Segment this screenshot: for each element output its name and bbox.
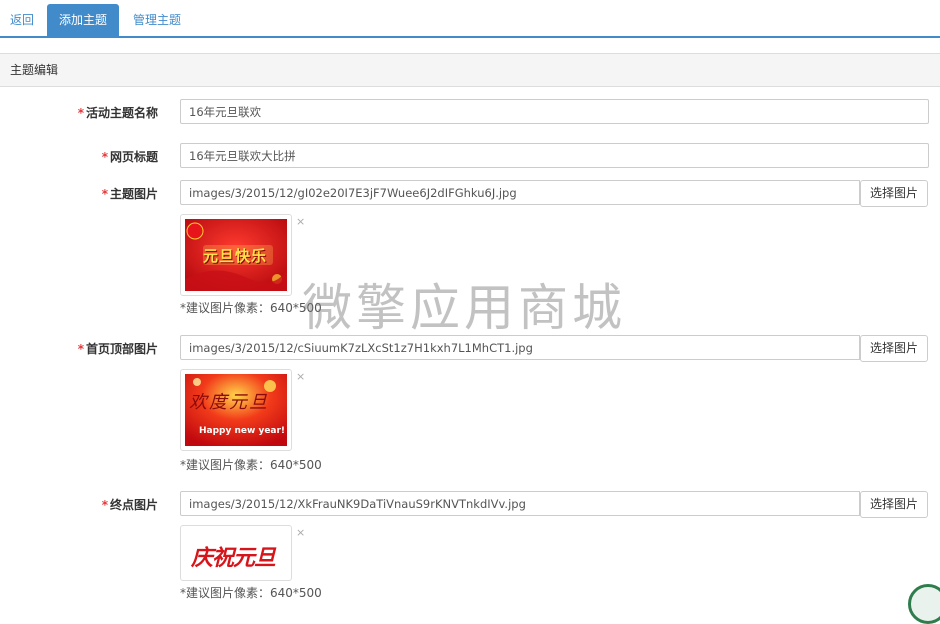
end-image-thumbnail: 庆祝元旦 bbox=[180, 525, 292, 581]
end-image-path-input[interactable] bbox=[180, 491, 860, 516]
home-top-image-label-text: 首页顶部图片 bbox=[85, 342, 158, 356]
end-image-select-button[interactable]: 选择图片 bbox=[860, 491, 928, 518]
required-mark: * bbox=[77, 106, 84, 120]
home-top-image-subcaption: Happy new year! bbox=[199, 426, 286, 436]
home-top-image-preview: 欢度元旦 Happy new year! bbox=[185, 374, 287, 446]
home-top-image-thumbnail: 欢度元旦 Happy new year! bbox=[180, 369, 292, 451]
tab-manage-theme[interactable]: 管理主题 bbox=[123, 4, 191, 37]
name-label: * 活动主题名称 bbox=[0, 104, 158, 121]
theme-image-size-hint: *建议图片像素：640*500 bbox=[180, 301, 322, 315]
corner-badge-icon[interactable] bbox=[908, 584, 940, 624]
home-top-image-label: * 首页顶部图片 bbox=[0, 340, 158, 357]
theme-image-preview: 元旦快乐 bbox=[185, 219, 287, 291]
end-image-caption: 庆祝元旦 bbox=[191, 545, 276, 571]
end-image-label: * 终点图片 bbox=[0, 496, 158, 513]
tab-add-theme[interactable]: 添加主题 bbox=[47, 4, 119, 37]
home-top-image-remove-icon[interactable]: × bbox=[296, 371, 305, 383]
tab-back[interactable]: 返回 bbox=[0, 4, 44, 37]
page-title-label-text: 网页标题 bbox=[109, 150, 158, 164]
home-top-image-select-button[interactable]: 选择图片 bbox=[860, 335, 928, 362]
home-top-image-path-input[interactable] bbox=[180, 335, 860, 360]
required-mark: * bbox=[101, 187, 108, 201]
end-image-size-hint: *建议图片像素：640*500 bbox=[180, 586, 322, 600]
end-image-label-text: 终点图片 bbox=[109, 498, 158, 512]
end-image-remove-icon[interactable]: × bbox=[296, 527, 305, 539]
required-mark: * bbox=[101, 498, 108, 512]
page-title-input[interactable] bbox=[180, 143, 929, 168]
home-top-image-caption: 欢度元旦 bbox=[189, 392, 269, 413]
name-label-text: 活动主题名称 bbox=[85, 106, 158, 120]
watermark: 微擎应用商城 bbox=[302, 279, 626, 337]
theme-name-input[interactable] bbox=[180, 99, 929, 124]
theme-image-remove-icon[interactable]: × bbox=[296, 216, 305, 228]
required-mark: * bbox=[77, 342, 84, 356]
page-title-label: * 网页标题 bbox=[0, 148, 158, 165]
theme-image-caption: 元旦快乐 bbox=[203, 247, 268, 265]
theme-image-thumbnail: 元旦快乐 bbox=[180, 214, 292, 296]
tab-bar: 返回 添加主题 管理主题 bbox=[0, 0, 940, 38]
end-image-preview: 庆祝元旦 bbox=[185, 530, 287, 576]
theme-image-select-button[interactable]: 选择图片 bbox=[860, 180, 928, 207]
theme-image-label-text: 主题图片 bbox=[109, 187, 158, 201]
home-top-image-size-hint: *建议图片像素：640*500 bbox=[180, 458, 322, 472]
theme-image-label: * 主题图片 bbox=[0, 185, 158, 202]
panel-heading: 主题编辑 bbox=[0, 53, 940, 87]
theme-image-path-input[interactable] bbox=[180, 180, 860, 205]
required-mark: * bbox=[101, 150, 108, 164]
